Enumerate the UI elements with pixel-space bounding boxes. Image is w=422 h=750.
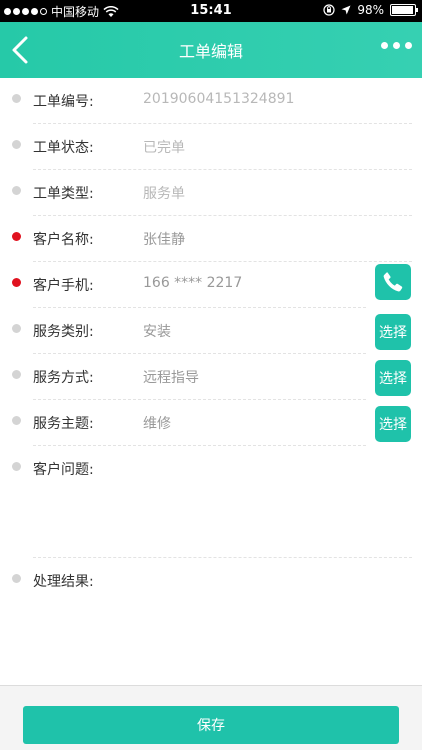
customer-phone-field[interactable]: 166 **** 2217 bbox=[143, 275, 242, 291]
form-row-service-method: 服务方式: 远程指导 选择 bbox=[0, 354, 422, 400]
orientation-lock-icon bbox=[323, 4, 335, 16]
optional-dot-icon bbox=[12, 140, 21, 149]
order-type-label: 工单类型: bbox=[33, 186, 94, 202]
service-topic-select-button[interactable]: 选择 bbox=[375, 406, 411, 442]
order-status-value: 已完单 bbox=[143, 140, 185, 156]
form-row-service-topic: 服务主题: 维修 选择 bbox=[0, 400, 422, 446]
form-row-order-status: 工单状态: 已完单 bbox=[0, 124, 422, 170]
navigation-bar: 工单编辑 bbox=[0, 22, 422, 78]
service-topic-label: 服务主题: bbox=[33, 416, 94, 432]
form-row-handling-result: 处理结果: bbox=[0, 558, 422, 670]
customer-name-field[interactable]: 张佳静 bbox=[143, 229, 185, 249]
service-method-select-button[interactable]: 选择 bbox=[375, 360, 411, 396]
service-method-value: 远程指导 bbox=[143, 370, 199, 386]
customer-issue-label: 客户问题: bbox=[33, 462, 94, 478]
order-number-value: 20190604151324891 bbox=[143, 91, 295, 107]
status-bar: 中国移动 15:41 98% bbox=[0, 0, 422, 22]
form-row-order-number: 工单编号: 20190604151324891 bbox=[0, 78, 422, 124]
optional-dot-icon bbox=[12, 94, 21, 103]
service-topic-value: 维修 bbox=[143, 416, 171, 432]
form-row-customer-issue: 客户问题: bbox=[0, 446, 422, 558]
form-row-order-type: 工单类型: 服务单 bbox=[0, 170, 422, 216]
save-button[interactable]: 保存 bbox=[23, 706, 399, 744]
battery-percent: 98% bbox=[357, 3, 384, 17]
call-button[interactable] bbox=[375, 264, 411, 300]
battery-icon bbox=[390, 4, 418, 16]
customer-phone-label: 客户手机: bbox=[33, 278, 94, 294]
service-category-label: 服务类别: bbox=[33, 324, 94, 340]
service-category-value: 安装 bbox=[143, 324, 171, 340]
more-horizontal-icon[interactable] bbox=[381, 42, 412, 49]
handling-result-textarea[interactable] bbox=[143, 571, 410, 661]
service-category-select-button[interactable]: 选择 bbox=[375, 314, 411, 350]
form-row-customer-name: 客户名称: 张佳静 bbox=[0, 216, 422, 262]
optional-dot-icon bbox=[12, 462, 21, 471]
form-row-customer-phone: 客户手机: 166 **** 2217 bbox=[0, 262, 422, 308]
optional-dot-icon bbox=[12, 370, 21, 379]
order-type-value: 服务单 bbox=[143, 186, 185, 202]
required-dot-icon bbox=[12, 232, 21, 241]
optional-dot-icon bbox=[12, 416, 21, 425]
handling-result-label: 处理结果: bbox=[33, 574, 94, 590]
service-method-label: 服务方式: bbox=[33, 370, 94, 386]
customer-name-label: 客户名称: bbox=[33, 232, 94, 248]
form-row-service-category: 服务类别: 安装 选择 bbox=[0, 308, 422, 354]
phone-icon bbox=[383, 272, 403, 292]
status-right: 98% bbox=[323, 3, 418, 17]
order-number-label: 工单编号: bbox=[33, 94, 94, 110]
optional-dot-icon bbox=[12, 186, 21, 195]
bottom-action-bar: 保存 bbox=[0, 685, 422, 750]
location-arrow-icon bbox=[341, 5, 351, 15]
order-status-label: 工单状态: bbox=[33, 140, 94, 156]
optional-dot-icon bbox=[12, 574, 21, 583]
optional-dot-icon bbox=[12, 324, 21, 333]
page-title: 工单编辑 bbox=[178, 42, 243, 61]
required-dot-icon bbox=[12, 278, 21, 287]
customer-issue-textarea[interactable] bbox=[143, 459, 410, 549]
work-order-form: 工单编号: 20190604151324891 工单状态: 已完单 工单类型: … bbox=[0, 78, 422, 670]
